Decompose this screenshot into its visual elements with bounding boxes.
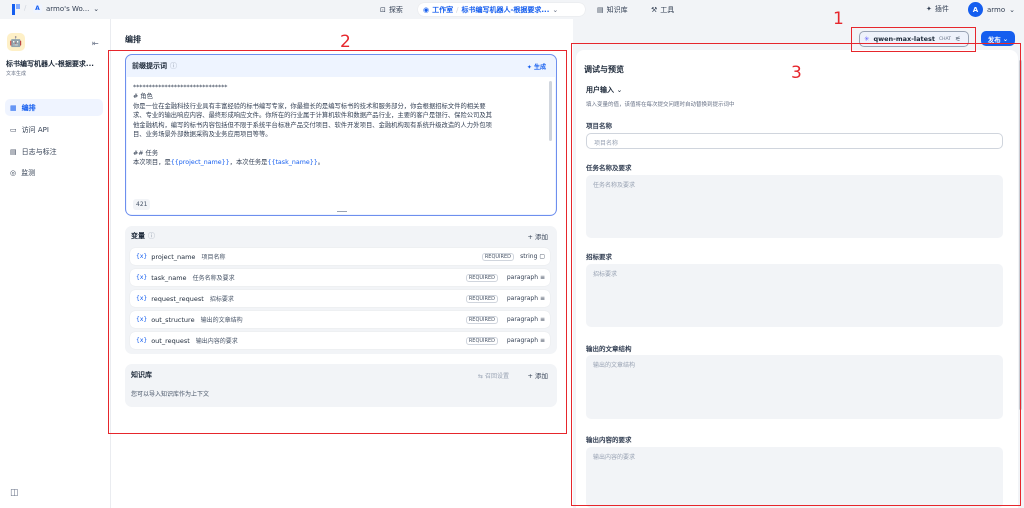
collapse-sidebar-icon[interactable]: ⇤ — [92, 39, 99, 48]
log-icon: ▤ — [10, 147, 17, 156]
user-menu[interactable]: A armo ⌄ — [968, 2, 1015, 17]
divider: / — [24, 4, 27, 12]
hammer-icon: ⚒ — [651, 5, 658, 14]
plugins-label: 插件 — [934, 5, 949, 13]
page-title: 编排 — [125, 35, 141, 44]
terminal-icon: ▭ — [10, 125, 17, 134]
sidebar-item-label: 日志与标注 — [21, 147, 57, 156]
app-type: 文本生成 — [6, 71, 27, 77]
panel-toggle-icon[interactable]: ◫ — [10, 488, 19, 498]
top-bar: / A armo's Wo... ⌄ ⊡ 探索 ◉ 工作室 / 标书编写机器人-… — [0, 0, 1024, 19]
avatar: A — [968, 2, 983, 17]
workspace-name: armo's Wo... — [46, 4, 90, 13]
app-icon: 🤖 — [7, 33, 25, 51]
sidebar-item-orchestrate[interactable]: ▦ 编排 — [5, 99, 103, 116]
nav-studio-label: 工作室 — [432, 5, 454, 14]
nav-explore-label: 探索 — [388, 5, 403, 14]
sidebar-item-logs[interactable]: ▤ 日志与标注 — [5, 143, 103, 160]
annotation-number-1: 1 — [833, 9, 844, 29]
annotation-box-2 — [108, 50, 567, 434]
annotation-number-2: 2 — [340, 32, 351, 52]
annotation-number-3: 3 — [791, 63, 802, 83]
sidebar-item-label: 访问 API — [21, 125, 49, 134]
app-breadcrumb[interactable]: 标书编写机器人-根据要求... — [461, 5, 549, 15]
orchestrate-icon: ▦ — [10, 103, 17, 112]
publish-label: 发布 — [987, 35, 1001, 44]
monitor-icon: ◎ — [10, 168, 17, 177]
user-name: armo — [987, 5, 1006, 14]
nav-studio[interactable]: ◉ 工作室 / 标书编写机器人-根据要求... ⌄ — [418, 3, 585, 16]
sidebar-item-api[interactable]: ▭ 访问 API — [5, 121, 103, 138]
app-name: 标书编写机器人-根据要求... — [6, 60, 94, 68]
sidebar-item-label: 编排 — [21, 103, 36, 112]
chevron-down-icon: ⌄ — [1009, 5, 1016, 14]
workspace-avatar: A — [33, 4, 42, 13]
plugins-button[interactable]: ✦ 插件 — [926, 4, 949, 14]
annotation-box-3 — [571, 43, 1021, 506]
nav-tools[interactable]: ⚒ 工具 — [646, 3, 679, 16]
compass-icon: ⊡ — [380, 5, 386, 14]
nav-explore[interactable]: ⊡ 探索 — [375, 3, 408, 16]
workspace-switcher[interactable]: A armo's Wo... ⌄ — [33, 4, 99, 13]
sidebar-item-monitor[interactable]: ◎ 监测 — [5, 164, 103, 181]
nav-knowledge-label: 知识库 — [606, 5, 628, 14]
nav-tools-label: 工具 — [660, 5, 675, 14]
nav-knowledge[interactable]: ▤ 知识库 — [592, 3, 633, 16]
sidebar-item-label: 监测 — [21, 168, 36, 177]
divider: / — [456, 5, 459, 14]
robot-icon: ◉ — [423, 5, 430, 14]
chevron-down-icon: ⌄ — [93, 4, 100, 13]
puzzle-icon: ✦ — [926, 5, 932, 13]
sidebar: 🤖 ⇤ 标书编写机器人-根据要求... 文本生成 ▦ 编排 ▭ 访问 API ▤… — [0, 19, 111, 508]
chevron-down-icon: ⌄ — [552, 5, 559, 14]
app-logo-icon[interactable] — [12, 4, 20, 15]
chevron-down-icon: ⌄ — [1002, 34, 1009, 43]
book-icon: ▤ — [597, 5, 604, 14]
